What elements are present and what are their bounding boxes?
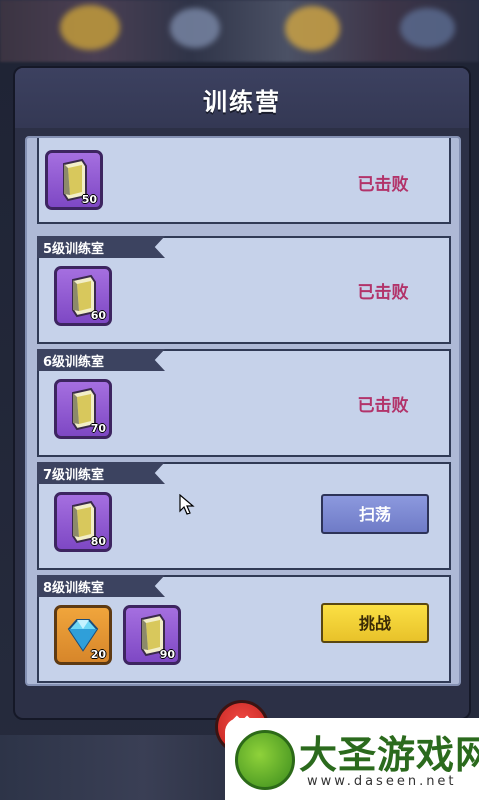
- mouse-cursor-icon: [179, 494, 195, 515]
- watermark-url: www.daseen.net: [307, 774, 457, 789]
- reward-skill-book[interactable]: 80: [54, 492, 112, 552]
- defeated-status: 已击败: [357, 283, 409, 303]
- reward-count: 80: [90, 535, 106, 548]
- sweep-button[interactable]: 扫荡: [321, 494, 429, 534]
- watermark-logo-icon: [235, 730, 295, 790]
- reward-count: 60: [90, 309, 106, 322]
- room-card-7: 7级训练室 80 扫荡: [37, 462, 451, 570]
- room-card-6: 6级训练室 70 已击败: [37, 349, 451, 457]
- reward-count: 50: [81, 193, 97, 206]
- reward-skill-book[interactable]: 50: [45, 150, 103, 210]
- background-decoration: [400, 8, 455, 48]
- room-card-4: 50 已击败: [37, 138, 451, 224]
- reward-count: 70: [90, 422, 106, 435]
- training-camp-dialog: 训练营 50 已击败 5级训练室 60 已击败 6级训练室 70 已击败 7级训…: [13, 66, 471, 720]
- room-level-tab: 5级训练室: [37, 236, 165, 258]
- site-watermark: 大圣游戏网 www.daseen.net: [225, 718, 479, 800]
- reward-diamond[interactable]: 20: [54, 605, 112, 665]
- reward-skill-book[interactable]: 70: [54, 379, 112, 439]
- watermark-brand: 大圣游戏网: [299, 732, 479, 777]
- defeated-status: 已击败: [357, 175, 409, 195]
- room-level-label: 8级训练室: [43, 581, 105, 596]
- room-card-5: 5级训练室 60 已击败: [37, 236, 451, 344]
- room-list[interactable]: 50 已击败 5级训练室 60 已击败 6级训练室 70 已击败 7级训练室 8…: [25, 136, 461, 686]
- background-decoration: [285, 6, 340, 51]
- reward-count: 20: [90, 648, 106, 661]
- room-level-tab: 6级训练室: [37, 349, 165, 371]
- room-level-tab: 7级训练室: [37, 462, 165, 484]
- room-level-label: 7级训练室: [43, 468, 105, 483]
- background-decoration: [60, 5, 120, 50]
- room-level-label: 5级训练室: [43, 242, 105, 257]
- challenge-button[interactable]: 挑战: [321, 603, 429, 643]
- reward-skill-book[interactable]: 90: [123, 605, 181, 665]
- reward-count: 90: [159, 648, 175, 661]
- reward-skill-book[interactable]: 60: [54, 266, 112, 326]
- defeated-status: 已击败: [357, 396, 409, 416]
- room-level-tab: 8级训练室: [37, 575, 165, 597]
- room-card-8: 8级训练室 20 90 挑战: [37, 575, 451, 683]
- dialog-title-bar: 训练营: [15, 68, 469, 128]
- dialog-title: 训练营: [203, 88, 281, 116]
- room-level-label: 6级训练室: [43, 355, 105, 370]
- background-decoration: [170, 8, 220, 48]
